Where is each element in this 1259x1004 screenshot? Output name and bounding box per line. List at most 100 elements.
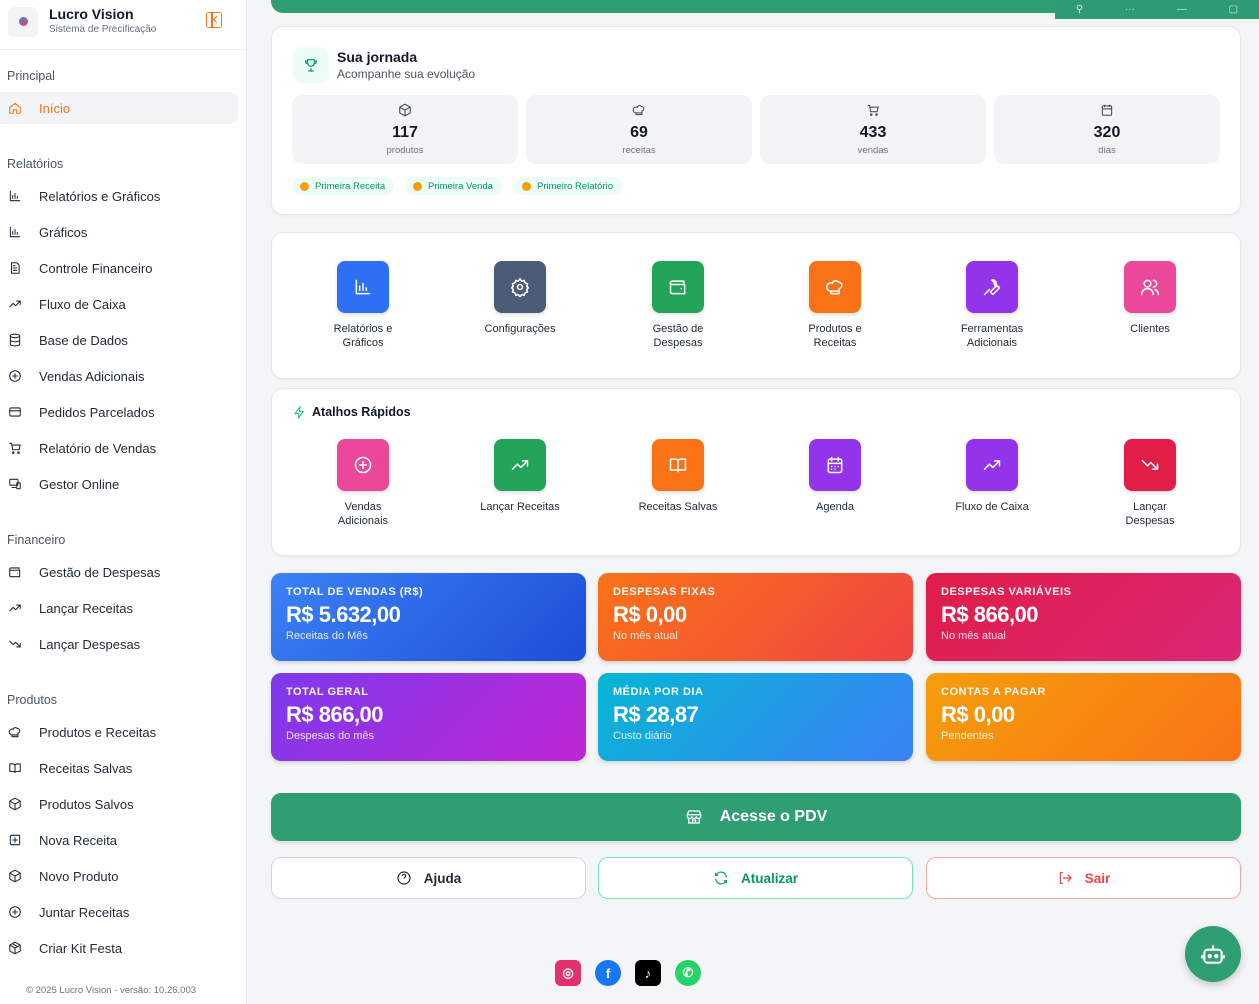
sidebar-item-label: Gráficos [39, 224, 88, 240]
shortcut-tile[interactable]: Lançar Receitas [455, 439, 585, 515]
tile-icon-box [652, 439, 704, 491]
gift-box-icon [8, 941, 22, 955]
pin-icon[interactable]: ⚲ [1076, 4, 1083, 15]
pdv-button[interactable]: Acesse o PDV [271, 793, 1241, 841]
kpi-subtitle: No mês atual [941, 630, 1006, 642]
sidebar-item[interactable]: Juntar Receitas [0, 896, 238, 928]
kpi-card: MÉDIA POR DIA R$ 28,87 Custo diário [598, 673, 913, 761]
maximize-icon[interactable]: ▢ [1229, 4, 1238, 15]
chef-hat-icon [8, 727, 21, 738]
tile-label: Receitas Salvas [638, 501, 718, 513]
pdv-label: Acesse o PDV [719, 808, 828, 825]
more-icon[interactable]: ··· [1125, 4, 1135, 15]
kpi-title: TOTAL DE VENDAS (R$) [286, 586, 424, 598]
tile-label: Lançar Despesas [1125, 501, 1175, 527]
refresh-label: Atualizar [740, 870, 798, 886]
tiktok-icon[interactable]: ♪ [635, 960, 661, 986]
module-tile[interactable]: Relatórios e Gráficos [298, 261, 428, 350]
trending-up-icon [983, 460, 1001, 470]
sidebar-item[interactable]: Nova Receita [0, 824, 238, 856]
module-tile[interactable]: Clientes [1085, 261, 1215, 337]
users-icon [1140, 279, 1160, 296]
module-tile[interactable]: Produtos e Receitas [770, 261, 900, 350]
sidebar-item[interactable]: Início [0, 92, 238, 124]
shortcuts-title: Atalhos Rápidos [312, 405, 411, 419]
tile-icon-box [1124, 261, 1176, 313]
sidebar: Lucro Vision Sistema de Precificação Pri… [0, 0, 247, 1004]
shortcut-tile[interactable]: Fluxo de Caixa [927, 439, 1057, 515]
stat-value: 320 [1093, 124, 1121, 141]
sidebar-item[interactable]: Receitas Salvas [0, 752, 238, 784]
tile-icon-box [494, 261, 546, 313]
sidebar-item[interactable]: Gestão de Despesas [0, 556, 238, 588]
stat-label: vendas [857, 145, 889, 156]
sidebar-item[interactable]: Relatório de Vendas [0, 432, 238, 464]
sidebar-item[interactable]: Base de Dados [0, 324, 238, 356]
sidebar-item[interactable]: Gráficos [0, 216, 238, 248]
cart-icon [8, 441, 22, 455]
calendar-icon [1101, 104, 1113, 116]
kpi-title: CONTAS A PAGAR [941, 686, 1046, 698]
shortcuts-header: Atalhos Rápidos [293, 405, 411, 419]
kpi-value: R$ 0,00 [941, 702, 1015, 727]
package-icon [399, 103, 411, 117]
stat-card: 69 receitas [526, 95, 752, 164]
sidebar-item[interactable]: Produtos Salvos [0, 788, 238, 820]
module-tile[interactable]: Gestão de Despesas [613, 261, 743, 350]
refresh-button[interactable]: Atualizar [598, 857, 913, 899]
tile-label: Clientes [1130, 323, 1170, 335]
shortcut-tile[interactable]: Vendas Adicionais [298, 439, 428, 528]
sidebar-item-label: Criar Kit Festa [39, 940, 123, 956]
sidebar-item[interactable]: Gestor Online [0, 468, 238, 500]
sidebar-item-label: Início [39, 100, 71, 116]
logout-label: Sair [1084, 870, 1111, 886]
shortcut-tile[interactable]: Agenda [770, 439, 900, 515]
cart-icon [867, 104, 879, 116]
sidebar-item[interactable]: Vendas Adicionais [0, 360, 238, 392]
logout-button[interactable]: Sair [926, 857, 1241, 899]
sidebar-item[interactable]: Criar Kit Festa [0, 932, 238, 964]
sidebar-item-label: Lançar Receitas [39, 600, 133, 616]
collapse-sidebar-icon[interactable] [206, 11, 222, 28]
sidebar-item[interactable]: Pedidos Parcelados [0, 396, 238, 428]
shortcut-tile[interactable]: Receitas Salvas [613, 439, 743, 515]
help-button[interactable]: Ajuda [271, 857, 586, 899]
kpi-card: DESPESAS VARIÁVEIS R$ 866,00 No mês atual [926, 573, 1241, 661]
sidebar-item[interactable]: Relatórios e Gráficos [0, 180, 238, 212]
achievement-badge: Primeiro Relatório [514, 177, 623, 195]
sidebar-item[interactable]: Controle Financeiro [0, 252, 238, 284]
sidebar-item-label: Nova Receita [39, 832, 118, 848]
kpi-subtitle: Despesas do mês [286, 730, 375, 742]
sidebar-item[interactable]: Fluxo de Caixa [0, 288, 238, 320]
sidebar-item-label: Gestão de Despesas [39, 564, 161, 580]
plus-circle-icon [9, 906, 21, 918]
sidebar-item-label: Produtos e Receitas [39, 724, 157, 740]
sidebar-item-label: Gestor Online [39, 476, 120, 492]
plus-circle-icon [354, 456, 372, 474]
instagram-icon[interactable]: ◎ [555, 960, 581, 986]
journey-subtitle: Acompanhe sua evolução [337, 67, 476, 81]
minimize-icon[interactable]: — [1177, 4, 1187, 15]
sidebar-item[interactable]: Novo Produto [0, 860, 238, 892]
package-icon [8, 797, 22, 811]
chatbot-button[interactable] [1185, 926, 1241, 982]
shortcut-tile[interactable]: Lançar Despesas [1085, 439, 1215, 528]
document-icon [8, 261, 22, 275]
sidebar-item[interactable]: Produtos e Receitas [0, 716, 238, 748]
plus-circle-icon [8, 905, 22, 919]
bar-chart-icon [8, 189, 22, 203]
module-tile[interactable]: Ferramentas Adicionais [927, 261, 1057, 350]
sidebar-item[interactable]: Lançar Receitas [0, 592, 238, 624]
whatsapp-icon[interactable]: ✆ [675, 960, 701, 986]
trending-down-icon [8, 637, 22, 651]
tile-icon-box [337, 439, 389, 491]
badge-label: Primeira Receita [315, 180, 386, 192]
app-title: Lucro Vision [49, 6, 134, 22]
home-icon [8, 101, 22, 115]
trending-down-icon [1141, 460, 1159, 470]
sidebar-item[interactable]: Lançar Despesas [0, 628, 238, 660]
module-tile[interactable]: Configurações [455, 261, 585, 337]
tile-label: Ferramentas Adicionais [960, 323, 1024, 349]
tile-label: Gestão de Despesas [652, 323, 704, 349]
facebook-icon[interactable]: f [595, 960, 621, 986]
